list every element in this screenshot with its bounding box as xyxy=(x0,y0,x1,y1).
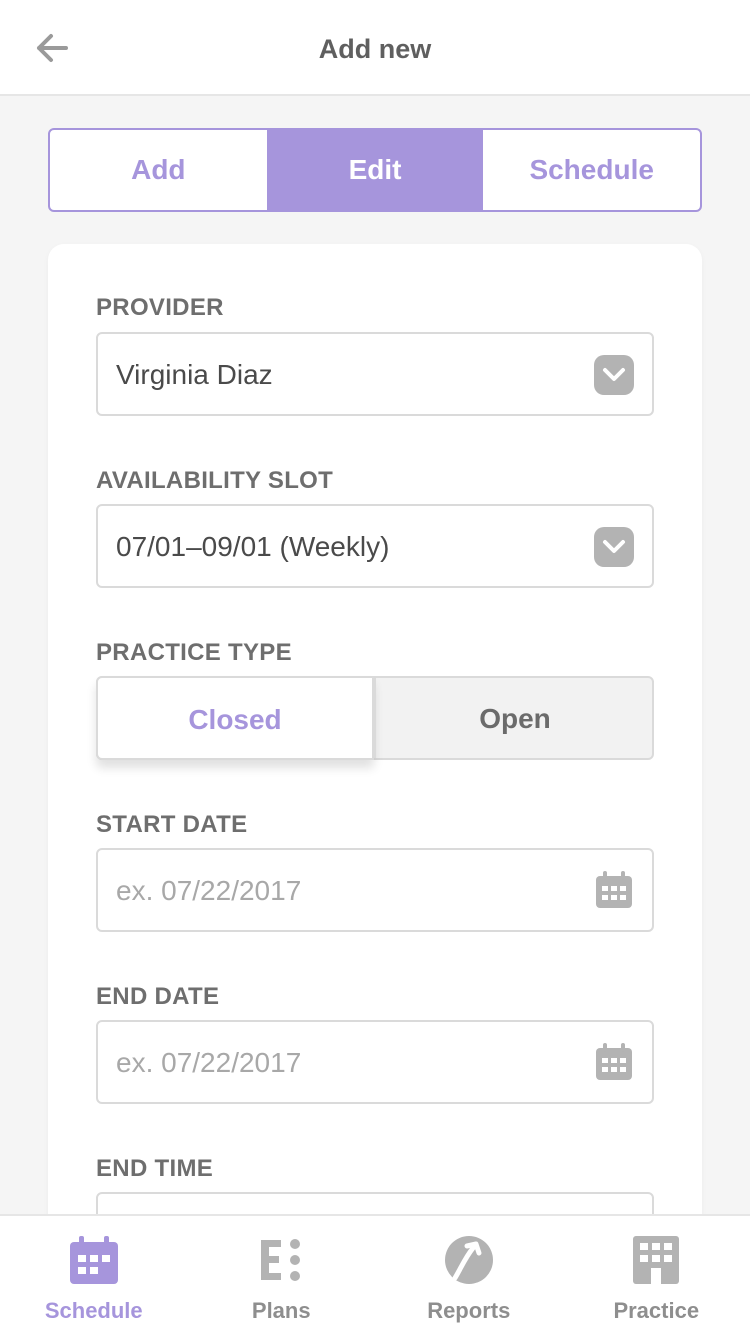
bottom-nav: Schedule Plans Reports Practice xyxy=(0,1214,750,1334)
start-date-label: START DATE xyxy=(96,811,248,838)
nav-practice-label: Practice xyxy=(613,1298,700,1323)
practice-type-open[interactable]: Open xyxy=(374,678,654,758)
building-icon xyxy=(633,1236,680,1284)
back-arrow-icon xyxy=(37,34,68,62)
calendar-icon[interactable] xyxy=(594,870,634,910)
nav-plans-label: Plans xyxy=(251,1298,311,1323)
nav-plans[interactable]: Plans xyxy=(188,1216,376,1334)
availability-select[interactable]: 07/01–09/01 (Weekly) xyxy=(96,504,654,588)
practice-type-label: PRACTICE TYPE xyxy=(96,639,292,666)
chevron-down-icon xyxy=(594,527,634,567)
chevron-down-icon xyxy=(594,355,634,395)
form-card: PROVIDER Virginia Diaz AVAILABILITY SLOT… xyxy=(48,244,702,1276)
app-header: Add new xyxy=(0,0,750,96)
practice-type-closed[interactable]: Closed xyxy=(96,676,374,760)
reports-arrow-icon xyxy=(444,1236,493,1284)
tab-add[interactable]: Add xyxy=(50,130,267,210)
practice-type-toggle: Closed Open xyxy=(96,676,654,760)
end-date-placeholder: ex. 07/22/2017 xyxy=(116,1047,302,1078)
end-date-label: END DATE xyxy=(96,983,220,1010)
page-title: Add new xyxy=(318,34,432,64)
back-button[interactable] xyxy=(30,24,74,72)
mode-segmented-control: Add Edit Schedule xyxy=(48,128,702,212)
plans-list-icon xyxy=(261,1239,301,1281)
calendar-grid-icon xyxy=(69,1236,118,1284)
nav-schedule-label: Schedule xyxy=(44,1298,143,1323)
end-time-label: END TIME xyxy=(96,1155,214,1182)
nav-reports[interactable]: Reports xyxy=(375,1216,563,1334)
tab-edit[interactable]: Edit xyxy=(266,130,484,210)
provider-select[interactable]: Virginia Diaz xyxy=(96,332,654,416)
nav-reports-label: Reports xyxy=(427,1298,511,1323)
nav-schedule[interactable]: Schedule xyxy=(0,1216,188,1334)
availability-value: 07/01–09/01 (Weekly) xyxy=(116,531,390,562)
end-date-field[interactable]: ex. 07/22/2017 xyxy=(96,1020,654,1104)
tab-schedule[interactable]: Schedule xyxy=(483,130,700,210)
nav-practice[interactable]: Practice xyxy=(563,1216,750,1334)
calendar-icon[interactable] xyxy=(594,1042,634,1082)
availability-label: AVAILABILITY SLOT xyxy=(96,467,334,494)
start-date-placeholder: ex. 07/22/2017 xyxy=(116,875,302,906)
provider-value: Virginia Diaz xyxy=(116,359,273,390)
provider-label: PROVIDER xyxy=(96,294,224,321)
start-date-field[interactable]: ex. 07/22/2017 xyxy=(96,848,654,932)
